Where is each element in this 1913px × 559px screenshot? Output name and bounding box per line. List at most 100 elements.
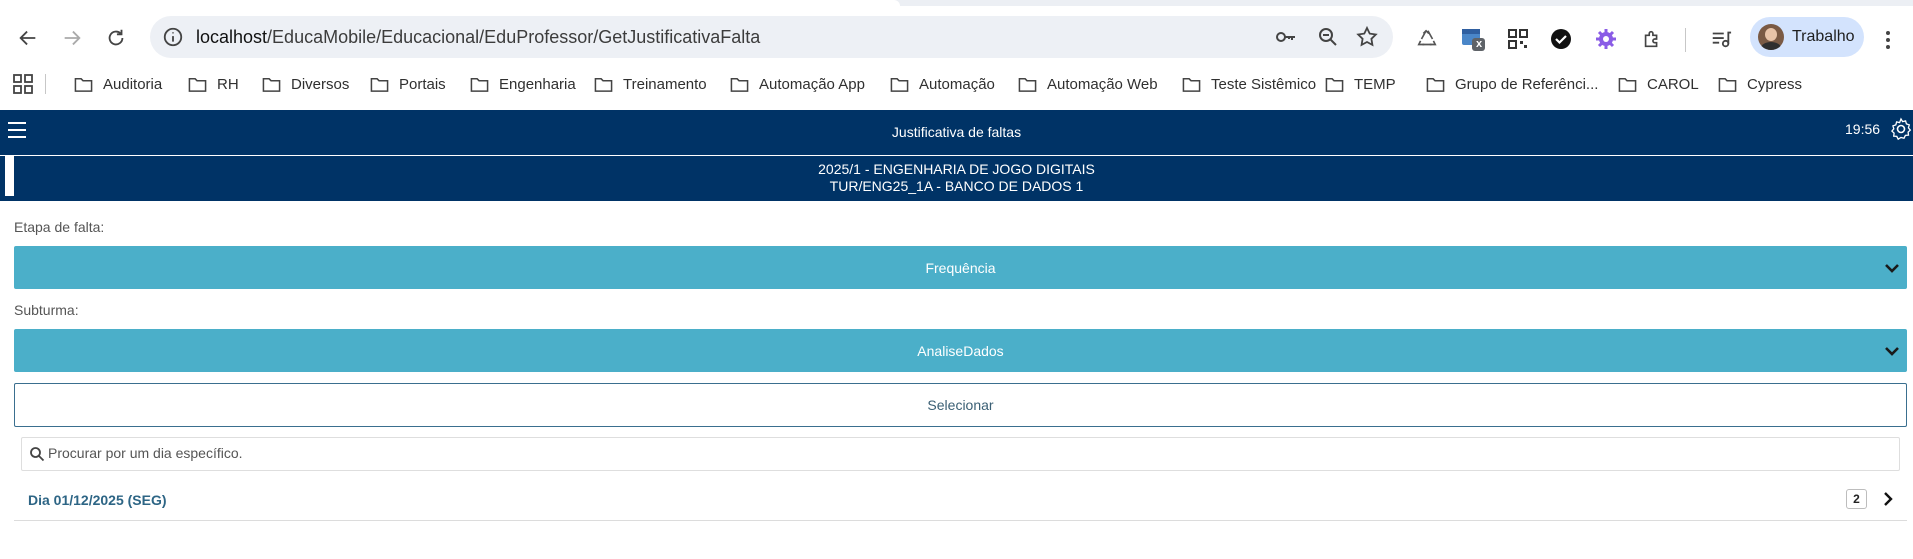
calendar-extension-icon[interactable]: x xyxy=(1459,25,1487,53)
bookmark-folder[interactable]: Engenharia xyxy=(470,72,576,96)
toolbar-divider xyxy=(1685,28,1686,52)
reload-icon xyxy=(108,29,124,46)
day-search-box xyxy=(21,437,1900,471)
bookmark-folder[interactable]: Portais xyxy=(370,72,446,96)
day-list-item[interactable]: Dia 01/12/2025 (SEG) 2 xyxy=(14,484,1907,521)
url-host: localhost xyxy=(196,27,268,47)
site-info-icon[interactable] xyxy=(162,26,184,48)
bookmark-label: Teste Sistêmico xyxy=(1211,75,1317,93)
day-search-input[interactable] xyxy=(48,438,1888,468)
apps-grid-icon[interactable] xyxy=(13,74,33,94)
bookmark-label: Automação App xyxy=(759,75,865,93)
chevron-down-icon xyxy=(1885,347,1899,356)
browser-toolbar: localhost/EducaMobile/Educacional/EduPro… xyxy=(0,14,1913,62)
bookmark-folder[interactable]: Automação xyxy=(890,72,995,96)
day-label: Dia 01/12/2025 (SEG) xyxy=(28,492,167,508)
star-icon[interactable] xyxy=(1355,25,1379,49)
url-text[interactable]: localhost/EducaMobile/Educacional/EduPro… xyxy=(196,27,760,48)
folder-icon xyxy=(188,77,207,92)
bookmark-label: Automação xyxy=(919,75,995,93)
forward-button[interactable] xyxy=(55,21,89,55)
bookmark-folder[interactable]: TEMP xyxy=(1325,72,1396,96)
arrow-right-icon xyxy=(64,30,81,46)
folder-icon xyxy=(1018,77,1037,92)
bookmark-label: CAROL xyxy=(1647,75,1699,93)
profile-name: Trabalho xyxy=(1792,28,1855,45)
browser-chrome: localhost/EducaMobile/Educacional/EduPro… xyxy=(0,0,1913,110)
browser-menu-button[interactable] xyxy=(1884,30,1892,55)
folder-icon xyxy=(890,77,909,92)
clock: 19:56 xyxy=(1845,121,1881,137)
bookmark-folder[interactable]: Grupo de Referênci... xyxy=(1426,72,1598,96)
page-title: Justificativa de faltas xyxy=(891,124,1022,140)
subturma-selected-value: AnaliseDados xyxy=(917,343,1004,359)
bookmark-label: TEMP xyxy=(1354,75,1396,93)
avatar xyxy=(1758,24,1784,50)
reload-button[interactable] xyxy=(99,21,133,55)
etapa-select[interactable]: Frequência xyxy=(14,246,1907,289)
bookmark-folder[interactable]: Automação App xyxy=(730,72,865,96)
etapa-selected-value: Frequência xyxy=(925,260,996,276)
search-icon xyxy=(30,447,45,462)
chevron-right-icon[interactable] xyxy=(1880,491,1896,507)
folder-icon xyxy=(262,77,281,92)
bookmark-label: Diversos xyxy=(291,75,350,93)
profile-button[interactable]: Trabalho xyxy=(1750,17,1864,57)
bookmark-label: Portais xyxy=(399,75,446,93)
selecionar-button-label: Selecionar xyxy=(927,397,994,413)
etapa-label: Etapa de falta: xyxy=(14,219,105,235)
bookmark-folder[interactable]: Treinamento xyxy=(594,72,707,96)
bookmark-folder[interactable]: Automação Web xyxy=(1018,72,1158,96)
bookmarks-bar: Auditoria RH Diversos Portais Engenharia Trei… xyxy=(0,68,1913,100)
folder-icon xyxy=(74,77,93,92)
key-icon[interactable] xyxy=(1274,25,1298,49)
check-extension-icon[interactable] xyxy=(1547,25,1575,53)
zoom-icon[interactable] xyxy=(1316,25,1340,49)
bookmarks-divider xyxy=(45,74,46,94)
course-banner: 2025/1 - ENGENHARIA DE JOGO DIGITAIS TUR… xyxy=(0,156,1913,201)
folder-icon xyxy=(1182,77,1201,92)
folder-icon xyxy=(470,77,489,92)
bookmark-folder[interactable]: RH xyxy=(188,72,239,96)
bookmark-folder[interactable]: CAROL xyxy=(1618,72,1699,96)
folder-icon xyxy=(1718,77,1737,92)
bookmark-label: Engenharia xyxy=(499,75,576,93)
bookmark-folder[interactable]: Cypress xyxy=(1718,72,1802,96)
bookmark-label: Auditoria xyxy=(103,75,163,93)
app-header: Justificativa de faltas 19:56 xyxy=(0,110,1913,155)
absence-count-badge: 2 xyxy=(1846,489,1867,509)
media-controls-icon[interactable] xyxy=(1707,25,1735,53)
chevron-down-icon xyxy=(1885,264,1899,273)
tab-strip xyxy=(0,0,1913,6)
bookmark-label: RH xyxy=(217,75,239,93)
selecionar-button[interactable]: Selecionar xyxy=(14,383,1907,427)
bookmark-label: Grupo de Referênci... xyxy=(1455,75,1599,93)
qr-extension-icon[interactable] xyxy=(1504,25,1532,53)
arrow-left-icon xyxy=(19,30,36,46)
folder-icon xyxy=(1325,77,1344,92)
bookmark-label: Automação Web xyxy=(1047,75,1158,93)
settings-gear-icon[interactable] xyxy=(1889,117,1913,141)
folder-icon xyxy=(594,77,613,92)
course-period-name: 2025/1 - ENGENHARIA DE JOGO DIGITAIS xyxy=(818,161,1095,177)
bookmark-label: Treinamento xyxy=(623,75,707,93)
folder-icon xyxy=(1618,77,1637,92)
bookmark-folder[interactable]: Auditoria xyxy=(74,72,162,96)
url-path: /EducaMobile/Educacional/EduProfessor/Ge… xyxy=(267,27,761,47)
back-button[interactable] xyxy=(11,21,45,55)
bookmark-label: Cypress xyxy=(1747,75,1803,93)
kebab-menu-icon xyxy=(1886,31,1890,49)
bookmark-folder[interactable]: Teste Sistêmico xyxy=(1182,72,1316,96)
folder-icon xyxy=(370,77,389,92)
course-class-discipline: TUR/ENG25_1A - BANCO DE DADOS 1 xyxy=(829,178,1084,194)
puzzle-extension-icon[interactable] xyxy=(1638,25,1666,53)
subturma-label: Subturma: xyxy=(14,302,79,318)
gear-extension-icon[interactable] xyxy=(1592,25,1620,53)
subturma-select[interactable]: AnaliseDados xyxy=(14,329,1907,372)
bookmark-folder[interactable]: Diversos xyxy=(262,72,349,96)
address-bar[interactable]: localhost/EducaMobile/Educacional/EduPro… xyxy=(150,16,1393,58)
recycle-extension-icon[interactable] xyxy=(1413,25,1441,53)
extension-badge: x xyxy=(1476,38,1483,50)
folder-icon xyxy=(730,77,749,92)
folder-icon xyxy=(1426,77,1445,92)
